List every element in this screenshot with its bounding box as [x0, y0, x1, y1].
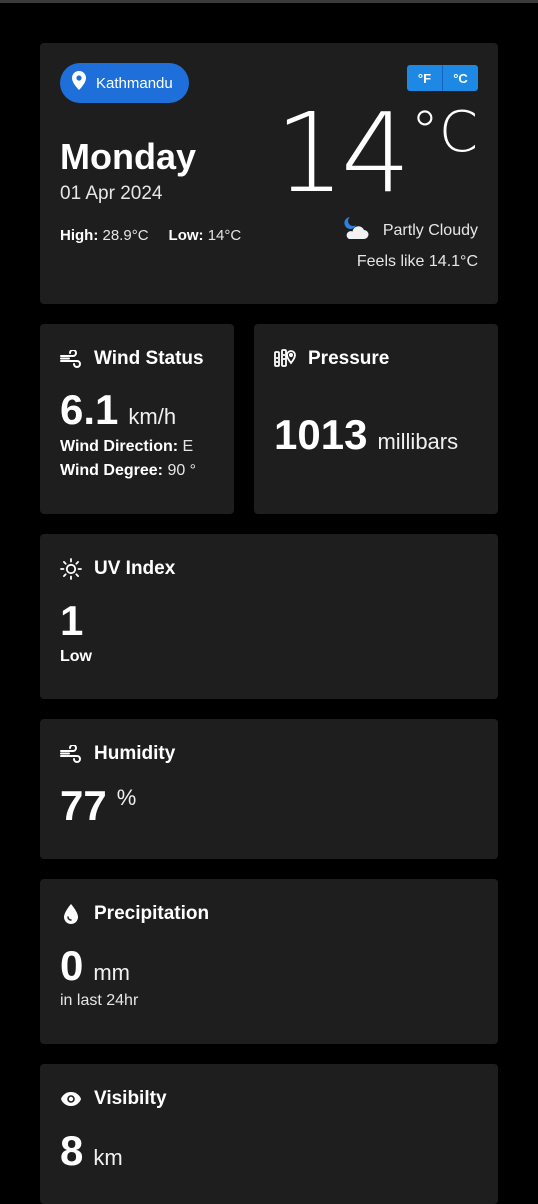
pressure-value: 1013: [274, 411, 368, 458]
temperature-unit: °C: [410, 100, 478, 165]
uv-title: UV Index: [60, 558, 175, 580]
location-name: Kathmandu: [96, 74, 173, 92]
location-pin-icon: [72, 71, 86, 95]
pressure-gauge-icon: [274, 349, 296, 369]
temperature-value: 14: [274, 89, 411, 217]
water-drop-icon: [60, 903, 82, 925]
condition-text: Partly Cloudy: [382, 221, 478, 239]
precipitation-value: 0: [60, 942, 84, 989]
wind-direction-label: Wind Direction:: [60, 438, 179, 455]
sun-icon: [60, 558, 82, 580]
condition: Partly Cloudy: [341, 215, 478, 246]
humidity-unit: %: [116, 785, 137, 810]
high-temp: High: 28.9°C: [60, 227, 149, 244]
visibility-title-text: Visibilty: [94, 1088, 167, 1109]
pressure-title-text: Pressure: [308, 348, 390, 369]
pressure-unit: millibars: [377, 429, 459, 454]
current-temperature: 14 °C: [275, 98, 478, 208]
pressure-reading: 1013 millibars: [274, 414, 458, 456]
visibility-card: Visibilty 8 km: [40, 1064, 498, 1204]
day-name: Monday: [60, 136, 197, 177]
location-chip[interactable]: Kathmandu: [60, 63, 189, 103]
eye-icon: [60, 1091, 82, 1107]
high-label: High:: [60, 227, 99, 244]
low-temp: Low: 14°C: [169, 227, 242, 244]
precipitation-unit: mm: [93, 960, 131, 985]
uv-value: 1: [60, 597, 84, 644]
wind-speed-value: 6.1: [60, 386, 119, 433]
humidity-title-text: Humidity: [94, 743, 176, 764]
wind-speed: 6.1 km/h: [60, 389, 176, 431]
top-divider: [0, 0, 538, 3]
celsius-button[interactable]: °C: [442, 65, 478, 91]
visibility-title: Visibilty: [60, 1088, 167, 1110]
humidity-card: Humidity 77%: [40, 719, 498, 859]
wind-title: Wind Status: [60, 348, 204, 370]
wind-icon: [60, 350, 82, 368]
wind-degree-label: Wind Degree:: [60, 462, 163, 479]
pressure-card: Pressure 1013 millibars: [254, 324, 498, 514]
pressure-title: Pressure: [274, 348, 389, 370]
current-weather-card: Kathmandu °F °C Monday 01 Apr 2024 High:…: [40, 43, 498, 304]
uv-title-text: UV Index: [94, 558, 176, 579]
date-text: 01 Apr 2024: [60, 183, 163, 204]
precipitation-card: Precipitation 0 mm in last 24hr: [40, 879, 498, 1044]
wind-speed-unit: km/h: [128, 404, 177, 429]
visibility-reading: 8 km: [60, 1130, 123, 1172]
precipitation-title: Precipitation: [60, 903, 209, 925]
fahrenheit-button[interactable]: °F: [407, 65, 442, 91]
low-label: Low:: [168, 227, 204, 244]
humidity-title: Humidity: [60, 743, 175, 765]
visibility-unit: km: [93, 1145, 123, 1170]
high-low: High: 28.9°C Low: 14°C: [60, 227, 241, 244]
wind-status-card: Wind Status 6.1 km/h Wind Direction: E Wi…: [40, 324, 234, 514]
feels-like: Feels like 14.1°C: [356, 253, 478, 270]
humidity-value: 77: [60, 782, 107, 829]
precipitation-title-text: Precipitation: [94, 903, 210, 924]
uv-index-card: UV Index 1 Low: [40, 534, 498, 699]
low-value: 14°C: [207, 227, 242, 244]
wind-direction: Wind Direction: E: [60, 438, 193, 456]
unit-toggle: °F °C: [407, 65, 478, 91]
partly-cloudy-night-icon: [341, 215, 369, 246]
humidity-reading: 77%: [60, 785, 136, 827]
high-value: 28.9°C: [102, 227, 149, 244]
precipitation-note: in last 24hr: [60, 992, 139, 1009]
visibility-value: 8: [60, 1127, 84, 1174]
wind-icon: [60, 745, 82, 763]
wind-title-text: Wind Status: [94, 348, 204, 369]
wind-direction-value: E: [182, 438, 194, 455]
uv-level: Low: [60, 648, 92, 665]
wind-degree: Wind Degree: 90 °: [60, 462, 196, 480]
wind-degree-value: 90 °: [167, 462, 197, 479]
precipitation-reading: 0 mm: [60, 945, 130, 987]
